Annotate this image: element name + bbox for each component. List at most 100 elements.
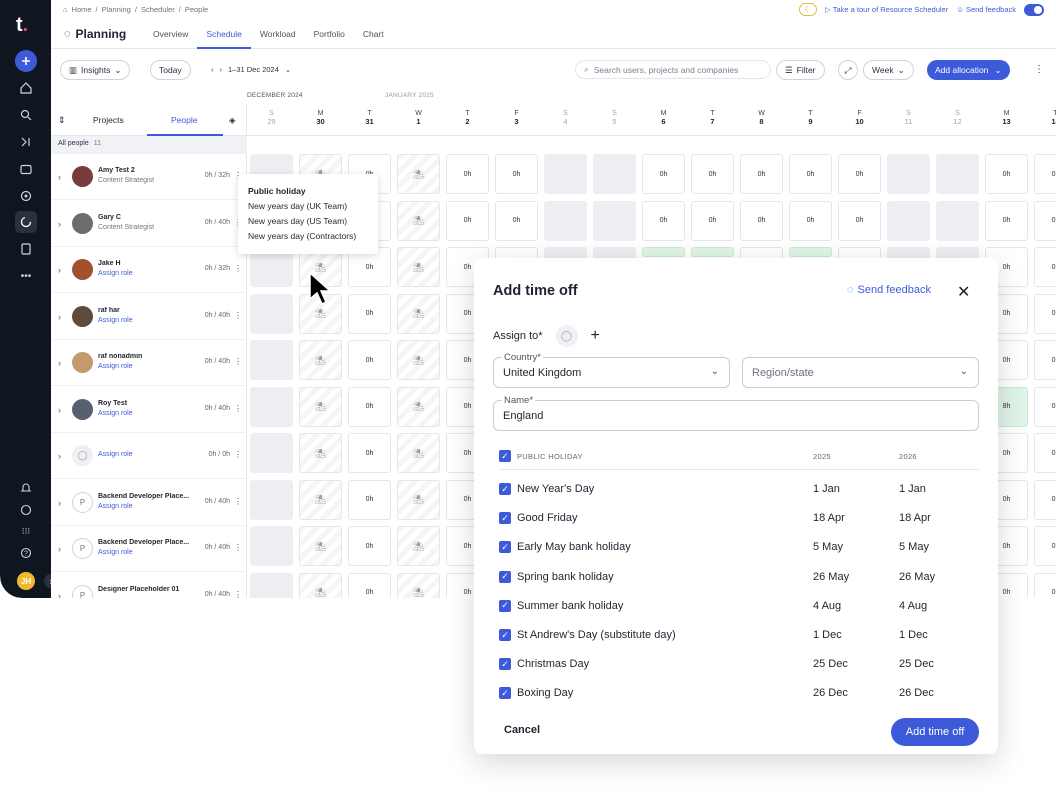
schedule-cell[interactable]: ⛱ [299, 572, 342, 598]
breadcrumb-home[interactable]: Home [72, 5, 92, 14]
more-icon[interactable]: ••• [15, 265, 37, 287]
folder-icon[interactable] [15, 158, 37, 180]
more-icon[interactable]: ⋮ [234, 264, 242, 273]
schedule-cell[interactable]: ⛱ [299, 526, 342, 566]
holiday-checkbox[interactable]: ✓ [499, 512, 511, 525]
schedule-cell[interactable]: 0h [1034, 386, 1056, 427]
schedule-cell[interactable]: ⛱ [397, 572, 440, 598]
holiday-checkbox[interactable]: ✓ [499, 687, 511, 700]
chevron-right-icon[interactable]: › [58, 498, 61, 508]
insights-button[interactable]: ▥ Insights ⌄ [60, 60, 131, 80]
schedule-cell[interactable]: 0h [1034, 247, 1056, 287]
layers-icon[interactable]: ◈ [229, 115, 236, 126]
more-icon[interactable]: ⋮ [1034, 64, 1044, 75]
add-time-off-button[interactable]: Add time off [891, 718, 979, 746]
search-input[interactable]: ⌕ Search users, projects and companies [575, 60, 771, 79]
theme-toggle[interactable] [1024, 3, 1044, 16]
person-row[interactable]: › P Designer Placeholder 01 0h / 40h ⋮ [51, 573, 247, 598]
planning-icon[interactable] [15, 211, 37, 233]
schedule-cell[interactable]: ⛱ [299, 340, 342, 380]
schedule-cell[interactable]: 0h [789, 154, 832, 194]
schedule-cell[interactable]: ⛱ [397, 433, 440, 473]
expand-icon[interactable] [15, 131, 37, 153]
holiday-row[interactable]: ✓ Boxing Day 26 Dec 26 Dec [499, 680, 979, 709]
person-role[interactable]: Assign role [98, 549, 133, 556]
select-all-checkbox[interactable]: ✓ [499, 450, 511, 462]
schedule-cell[interactable]: 0h [985, 154, 1028, 194]
tab-chart[interactable]: Chart [354, 20, 393, 49]
prev-icon[interactable]: ‹ [211, 65, 214, 74]
schedule-cell[interactable]: 0h [495, 154, 538, 194]
schedule-cell[interactable] [544, 154, 587, 194]
schedule-cell[interactable]: ⛱ [397, 526, 440, 566]
person-row[interactable]: › raf nonadmin Assign role 0h / 40h ⋮ [51, 340, 247, 386]
breadcrumb-scheduler[interactable]: Scheduler [141, 5, 175, 14]
region-select[interactable]: Region/state ⌄ [742, 357, 979, 388]
tab-workload[interactable]: Workload [251, 20, 305, 49]
schedule-cell[interactable]: 0h [1034, 479, 1056, 520]
holiday-checkbox[interactable]: ✓ [499, 570, 511, 583]
schedule-cell[interactable]: 0h [348, 340, 391, 380]
holiday-checkbox[interactable]: ✓ [499, 658, 511, 671]
schedule-cell[interactable]: 0h [348, 386, 391, 427]
schedule-cell[interactable]: 0h [691, 200, 734, 241]
schedule-cell[interactable]: 0h [1034, 154, 1056, 194]
holiday-checkbox[interactable]: ✓ [499, 599, 511, 612]
schedule-cell[interactable]: ⛱ [299, 433, 342, 473]
schedule-cell[interactable]: 0h [348, 293, 391, 334]
schedule-cell[interactable]: 0h [348, 433, 391, 473]
person-row[interactable]: › raf har Assign role 0h / 40h ⋮ [51, 294, 247, 340]
holiday-row[interactable]: ✓ Christmas Day 25 Dec 25 Dec [499, 651, 979, 680]
tab-people[interactable]: People [171, 115, 197, 125]
schedule-cell[interactable] [593, 200, 636, 241]
schedule-cell[interactable] [250, 433, 293, 473]
more-icon[interactable]: ⋮ [234, 404, 242, 413]
schedule-cell[interactable] [642, 247, 685, 257]
dialog-feedback-link[interactable]: ◌ Send feedback [847, 284, 931, 296]
chat-icon[interactable] [15, 499, 37, 521]
schedule-cell[interactable] [887, 154, 930, 194]
person-row[interactable]: › Gary C Content Strategist 0h / 40h ⋮ [51, 201, 247, 247]
schedule-cell[interactable] [250, 526, 293, 566]
sort-icon[interactable]: ⇕ [58, 115, 66, 126]
holiday-checkbox[interactable]: ✓ [499, 629, 511, 641]
person-role[interactable]: Assign role [98, 503, 133, 510]
schedule-cell[interactable]: ⛱ [397, 386, 440, 427]
schedule-cell[interactable]: ⛱ [397, 247, 440, 287]
view-select[interactable]: Week ⌄ [863, 60, 914, 80]
holiday-row[interactable]: ✓ St Andrew's Day (substitute day) 1 Dec… [499, 622, 979, 651]
holiday-row[interactable]: ✓ Good Friday 18 Apr 18 Apr [499, 505, 979, 534]
chevron-right-icon[interactable]: › [58, 312, 61, 322]
schedule-cell[interactable]: ⛱ [397, 293, 440, 334]
schedule-cell[interactable] [250, 479, 293, 520]
schedule-cell[interactable]: ⛱ [397, 154, 440, 194]
home-icon[interactable] [15, 77, 37, 99]
app-logo[interactable]: t. [16, 14, 28, 37]
schedule-cell[interactable] [691, 247, 734, 257]
target-icon[interactable] [15, 185, 37, 207]
schedule-cell[interactable]: 0h [740, 154, 783, 194]
schedule-cell[interactable] [593, 154, 636, 194]
holiday-row[interactable]: ✓ Summer bank holiday 4 Aug 4 Aug [499, 593, 979, 622]
schedule-cell[interactable]: 0h [838, 200, 881, 241]
schedule-cell[interactable]: 0h [348, 572, 391, 598]
chevron-down-icon[interactable]: ⌄ [994, 65, 1001, 76]
document-icon[interactable] [15, 238, 37, 260]
schedule-cell[interactable] [789, 247, 832, 257]
chevron-right-icon[interactable]: › [58, 265, 61, 275]
schedule-cell[interactable]: 0h [642, 200, 685, 241]
person-role[interactable]: Assign role [98, 451, 133, 458]
add-assignee-icon[interactable]: + [591, 327, 600, 345]
schedule-cell[interactable]: 0h [446, 200, 489, 241]
tour-link[interactable]: ▷ Take a tour of Resource Scheduler [825, 5, 948, 14]
schedule-cell[interactable]: 0h [1034, 340, 1056, 380]
create-button[interactable] [15, 50, 37, 72]
person-row[interactable]: › ◯ Assign role 0h / 0h ⋮ [51, 433, 247, 479]
schedule-cell[interactable]: 0h [446, 154, 489, 194]
user-avatar[interactable]: JH [17, 572, 35, 590]
schedule-cell[interactable]: ⛱ [397, 340, 440, 380]
schedule-cell[interactable] [250, 293, 293, 334]
tab-schedule[interactable]: Schedule [197, 20, 251, 49]
person-row[interactable]: › Roy Test Assign role 0h / 40h ⋮ [51, 387, 247, 433]
schedule-cell[interactable]: 0h [789, 200, 832, 241]
